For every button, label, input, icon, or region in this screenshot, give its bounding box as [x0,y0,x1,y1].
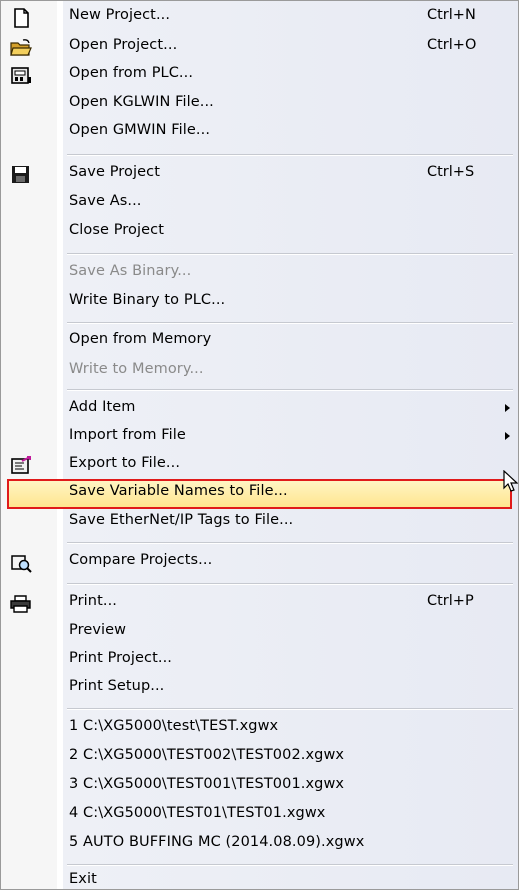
recent-file-item[interactable]: 1 C:\XG5000\test\TEST.xgwx [1,714,518,743]
menu-item-open-from-plc[interactable]: Open from PLC... [1,61,518,90]
menu-separator [67,864,513,866]
file-menu: New Project... Ctrl+N Open Project... Ct… [0,0,519,890]
menu-separator [67,154,513,156]
menu-separator [67,389,513,391]
menu-item-label: Save As Binary... [69,263,192,279]
menu-item-label: Add Item [69,399,136,415]
shortcut-label: Ctrl+S [427,164,475,180]
menu-item-label: Open from PLC... [69,65,194,81]
floppy-disk-icon [12,166,29,183]
menu-separator [67,708,513,710]
menu-item-label: Write to Memory... [69,361,204,377]
recent-file-item[interactable]: 4 C:\XG5000\TEST01\TEST01.xgwx [1,801,518,830]
menu-item-save-as-binary: Save As Binary... [1,259,518,288]
compare-icon [11,555,32,573]
menu-item-label: 4 C:\XG5000\TEST01\TEST01.xgwx [69,805,326,821]
menu-item-save-project[interactable]: Save Project Ctrl+S [1,160,518,189]
recent-file-item[interactable]: 3 C:\XG5000\TEST001\TEST001.xgwx [1,772,518,801]
menu-item-save-as[interactable]: Save As... [1,189,518,218]
menu-item-label: Export to File... [69,455,181,471]
menu-item-label: Import from File [69,427,186,443]
shortcut-label: Ctrl+O [427,37,477,53]
menu-separator [67,253,513,255]
menu-separator [67,322,513,324]
menu-item-open-kglwin-file[interactable]: Open KGLWIN File... [1,90,518,119]
menu-item-print[interactable]: Print... Ctrl+P [1,589,518,618]
menu-item-exit[interactable]: Exit [1,867,518,889]
menu-item-label: Save Project [69,164,161,180]
menu-item-open-project[interactable]: Open Project... Ctrl+O [1,33,518,62]
menu-item-write-binary-to-plc[interactable]: Write Binary to PLC... [1,288,518,317]
menu-item-label: Print... [69,593,117,609]
menu-item-save-variable-names[interactable]: Save Variable Names to File... [7,479,512,509]
menu-item-label: Save EtherNet/IP Tags to File... [69,512,294,528]
menu-item-label: Close Project [69,222,165,238]
menu-item-open-gmwin-file[interactable]: Open GMWIN File... [1,118,518,147]
menu-item-close-project[interactable]: Close Project [1,218,518,247]
menu-separator [67,542,513,544]
recent-file-item[interactable]: 2 C:\XG5000\TEST002\TEST002.xgwx [1,743,518,772]
menu-item-label: 1 C:\XG5000\test\TEST.xgwx [69,718,279,734]
menu-separator [67,583,513,585]
menu-item-label: Open from Memory [69,331,212,347]
menu-item-label: 3 C:\XG5000\TEST001\TEST001.xgwx [69,776,345,792]
menu-item-label: Print Project... [69,650,173,666]
menu-item-export-to-file[interactable]: Export to File... [1,451,518,480]
plc-open-icon [11,67,31,84]
menu-item-preview[interactable]: Preview [1,618,518,647]
menu-item-label: Save As... [69,193,142,209]
menu-item-import-from-file[interactable]: Import from File [1,423,518,452]
menu-item-label: Preview [69,622,127,638]
menu-item-write-to-memory: Write to Memory... [1,357,518,386]
shortcut-label: Ctrl+N [427,7,476,23]
menu-item-label: Print Setup... [69,678,165,694]
menu-item-print-project[interactable]: Print Project... [1,646,518,675]
menu-item-save-ethernet-ip-tags[interactable]: Save EtherNet/IP Tags to File... [1,508,518,537]
menu-item-label: Write Binary to PLC... [69,292,226,308]
shortcut-label: Ctrl+P [427,593,474,609]
menu-item-label: Open Project... [69,37,178,53]
menu-item-print-setup[interactable]: Print Setup... [1,674,518,703]
menu-item-label: Save Variable Names to File... [69,483,288,499]
new-document-icon [14,8,29,28]
menu-item-new-project[interactable]: New Project... Ctrl+N [1,3,518,32]
submenu-arrow-icon [505,404,510,412]
menu-item-label: 5 AUTO BUFFING MC (2014.08.09).xgwx [69,834,365,850]
menu-item-label: Exit [69,871,97,887]
menu-item-label: 2 C:\XG5000\TEST002\TEST002.xgwx [69,747,345,763]
submenu-arrow-icon [505,432,510,440]
menu-item-compare-projects[interactable]: Compare Projects... [1,548,518,577]
menu-item-label: Open GMWIN File... [69,122,211,138]
menu-item-label: Open KGLWIN File... [69,94,214,110]
export-icon [11,456,31,474]
menu-item-open-from-memory[interactable]: Open from Memory [1,327,518,356]
menu-item-label: Compare Projects... [69,552,213,568]
open-folder-icon [10,39,32,56]
menu-item-label: New Project... [69,7,171,23]
mouse-cursor-icon [503,470,518,492]
printer-icon [10,595,31,613]
recent-file-item[interactable]: 5 AUTO BUFFING MC (2014.08.09).xgwx [1,830,518,859]
menu-item-add-item[interactable]: Add Item [1,395,518,424]
